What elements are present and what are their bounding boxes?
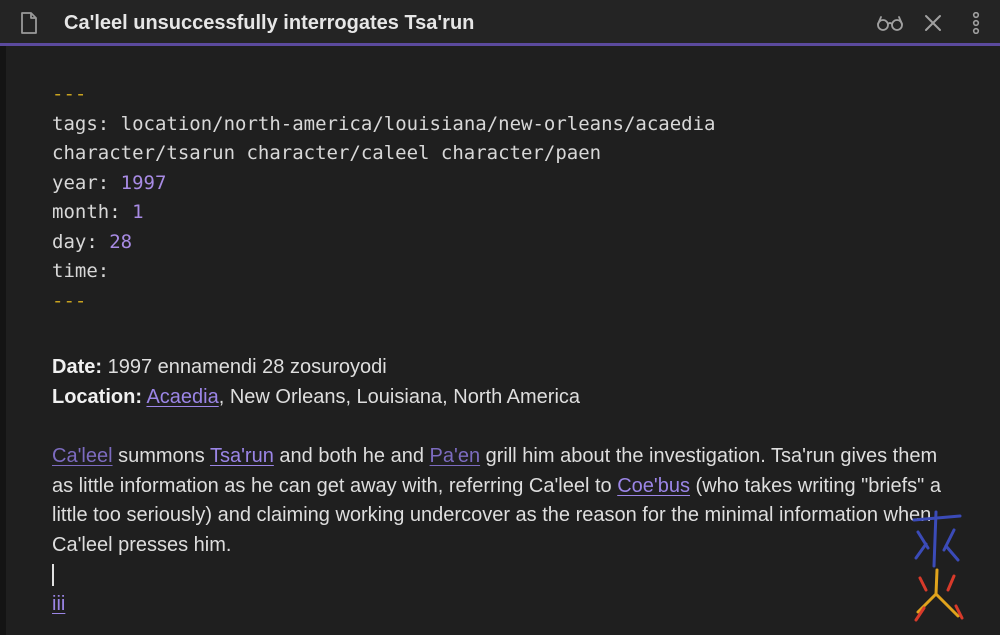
tags-key: tags:	[52, 112, 110, 135]
date-value: 1997 ennamendi 28 zosuroyodi	[107, 356, 387, 378]
link-caleel[interactable]: Ca'leel	[52, 445, 113, 467]
year-value: 1997	[120, 171, 167, 194]
summary-paragraph: Ca'leel summons Tsa'run and both he and …	[52, 442, 952, 560]
day-value: 28	[109, 230, 133, 253]
frontmatter: --- tags: location/north-america/louisia…	[52, 80, 952, 316]
frontmatter-open: ---	[52, 83, 87, 105]
location-link-acaedia[interactable]: Acaedia	[146, 386, 218, 408]
more-options-button[interactable]	[966, 10, 986, 36]
year-key: year:	[52, 171, 110, 194]
month-key: month:	[52, 201, 121, 223]
note-meta: Date: 1997 ennamendi 28 zosuroyodi Locat…	[52, 353, 952, 412]
editor-content[interactable]: --- tags: location/north-america/louisia…	[52, 80, 952, 619]
reading-view-button[interactable]	[874, 10, 906, 36]
document-icon	[21, 12, 37, 34]
footer-link-iii[interactable]: iii	[52, 593, 65, 615]
footer-line: iii	[52, 590, 952, 620]
close-button[interactable]	[920, 10, 946, 36]
left-panel-edge	[0, 46, 6, 635]
day-key: day:	[52, 230, 98, 253]
month-value: 1	[132, 201, 144, 223]
link-tsarun[interactable]: Tsa'run	[210, 445, 274, 467]
close-icon	[925, 15, 941, 31]
tags-value: location/north-america/louisiana/new-orl…	[120, 112, 716, 135]
title-bar: Ca'leel unsuccessfully interrogates Tsa'…	[0, 0, 1000, 46]
note-title: Ca'leel unsuccessfully interrogates Tsa'…	[64, 12, 475, 34]
watermark-glyph-icon	[912, 510, 964, 622]
link-coebus[interactable]: Coe'bus	[617, 475, 690, 497]
time-key: time:	[52, 260, 110, 282]
location-rest: , New Orleans, Louisiana, North America	[218, 385, 581, 408]
text-caret	[52, 564, 54, 586]
reading-view-icon	[877, 16, 903, 31]
link-paen[interactable]: Pa'en	[430, 445, 481, 467]
cursor-line[interactable]	[52, 560, 952, 590]
date-line: Date: 1997 ennamendi 28 zosuroyodi	[52, 353, 952, 383]
location-line: Location: Acaedia, New Orleans, Louisian…	[52, 383, 952, 413]
date-label: Date:	[52, 356, 103, 378]
paragraph-text: summons	[112, 445, 210, 467]
frontmatter-close: ---	[52, 289, 87, 312]
tags-value-continued: character/tsarun character/caleel charac…	[52, 142, 602, 164]
location-label: Location:	[52, 385, 142, 408]
paragraph-text: and both he and	[273, 445, 430, 467]
more-options-icon	[972, 12, 980, 34]
